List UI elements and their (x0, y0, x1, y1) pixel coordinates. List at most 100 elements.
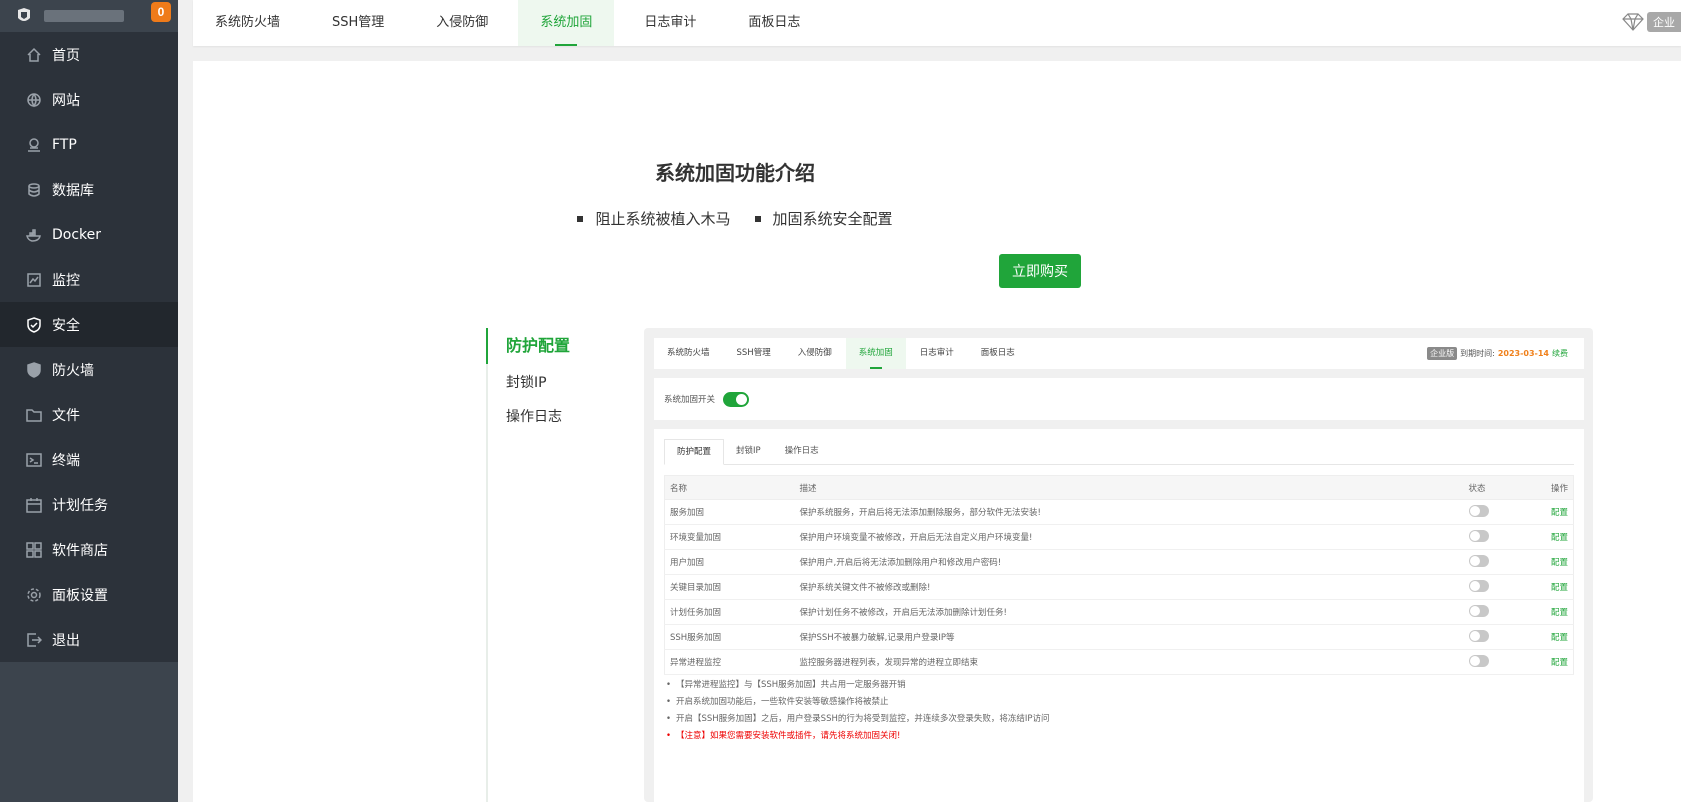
tab-log-audit[interactable]: 日志审计 (622, 0, 718, 46)
main-panel: 系统加固功能介绍 阻止系统被植入木马 加固系统安全配置 立即购买 防护配置 封锁… (193, 61, 1681, 802)
sidebar-item-cron[interactable]: 计划任务 (0, 482, 178, 527)
preview-tab-bar: 系统防火墙 SSH管理 入侵防御 系统加固 日志审计 面板日志 企业版 到期时间… (654, 338, 1584, 369)
row-config-link: 配置 (1533, 574, 1574, 600)
diamond-icon (1622, 13, 1644, 31)
sidebar-item-label: 计划任务 (52, 497, 108, 514)
table-row: 关键目录加固 保护系统关键文件不被修改或删除! 配置 (664, 574, 1574, 600)
preview-expiry: 企业版 到期时间: 2023-03-14 续费 (1427, 347, 1568, 360)
sidebar-item-label: 面板设置 (52, 587, 108, 604)
gear-icon (26, 587, 42, 603)
table-row: 计划任务加固 保护计划任务不被修改，开启后无法添加删除计划任务! 配置 (664, 599, 1574, 625)
enterprise-badge[interactable]: 企业 (1621, 12, 1681, 32)
tab-list: 系统防火墙 SSH管理 入侵防御 系统加固 日志审计 面板日志 (193, 0, 1681, 46)
ftp-icon (26, 137, 42, 153)
preview-enterprise-badge: 企业版 (1427, 347, 1458, 360)
sidebar-item-home[interactable]: 首页 (0, 32, 178, 77)
row-status-toggle (1468, 629, 1489, 642)
tab-ssh-management[interactable]: SSH管理 (310, 0, 406, 46)
subnav-protection-config[interactable]: 防护配置 (486, 328, 636, 364)
feature-item: 加固系统安全配置 (755, 208, 893, 229)
row-config-link: 配置 (1533, 599, 1574, 625)
sidebar-item-settings[interactable]: 面板设置 (0, 572, 178, 617)
logout-icon (26, 632, 42, 648)
row-name: SSH服务加固 (664, 624, 795, 650)
row-status-toggle (1468, 504, 1489, 517)
row-status-toggle (1468, 654, 1489, 667)
preview-switch-row: 系统加固开关 (654, 378, 1584, 420)
sidebar-item-ftp[interactable]: FTP (0, 122, 178, 167)
row-desc: 保护系统关键文件不被修改或删除! (794, 574, 1464, 600)
buy-now-button[interactable]: 立即购买 (999, 254, 1081, 288)
sidebar-item-monitor[interactable]: 监控 (0, 257, 178, 302)
row-desc: 监控服务器进程列表，发现异常的进程立即结束 (794, 649, 1464, 675)
sidebar-item-label: 网站 (52, 92, 80, 109)
subnav-operation-log[interactable]: 操作日志 (488, 400, 636, 434)
table-row: 异常进程监控 监控服务器进程列表，发现异常的进程立即结束 配置 (664, 649, 1574, 675)
tab-system-firewall[interactable]: 系统防火墙 (193, 0, 302, 46)
enterprise-label: 企业 (1647, 12, 1681, 32)
sidebar-item-label: 监控 (52, 272, 80, 289)
sidebar-item-terminal[interactable]: 终端 (0, 437, 178, 482)
preview-hardening-toggle (723, 391, 750, 407)
row-name: 服务加固 (664, 499, 795, 525)
sidebar-item-label: FTP (52, 136, 77, 153)
notification-badge[interactable]: 0 (151, 2, 171, 22)
feature-item: 阻止系统被植入木马 (577, 208, 730, 229)
row-desc: 保护系统服务，开启后将无法添加删除服务，部分软件无法安装! (794, 499, 1464, 525)
sidebar-item-docker[interactable]: Docker (0, 212, 178, 257)
preview-subtab: 封锁IP (736, 446, 761, 456)
preview-subtab: 操作日志 (784, 446, 819, 456)
table-row: 用户加固 保护用户,开启后将无法添加删除用户和修改用户密码! 配置 (664, 549, 1574, 575)
note-item: 【异常进程监控】与【SSH服务加固】共占用一定服务器开销 (664, 677, 1050, 694)
sidebar-item-database[interactable]: 数据库 (0, 167, 178, 212)
database-icon (26, 182, 42, 198)
row-desc: 保护SSH不被暴力破解,记录用户登录IP等 (794, 624, 1464, 650)
sidebar-item-label: 安全 (52, 317, 80, 334)
table-header-row: 名称 描述 状态 操作 (664, 475, 1574, 500)
sidebar-item-store[interactable]: 软件商店 (0, 527, 178, 572)
sidebar-menu: 首页 网站 FTP 数据库 Docker 监控 安全 防火墙 文件 终端 计划任… (0, 32, 178, 662)
preview-subtab: 防护配置 (664, 439, 725, 465)
preview-table: 名称 描述 状态 操作 服务加固 保护系统服务，开启后将无法添加删除服务，部分软件… (664, 475, 1574, 675)
tab-intrusion-prevention[interactable]: 入侵防御 (414, 0, 510, 46)
logo-icon (18, 8, 30, 21)
row-name: 异常进程监控 (664, 649, 795, 675)
globe-icon (26, 92, 42, 108)
row-config-link: 配置 (1533, 499, 1574, 525)
row-status-toggle (1468, 529, 1489, 542)
preview-tab: 面板日志 (980, 348, 1015, 358)
preview-expire-date: 2023-03-14 (1497, 349, 1549, 358)
sidebar-item-files[interactable]: 文件 (0, 392, 178, 437)
row-status-toggle (1468, 579, 1489, 592)
sidebar-item-label: 文件 (52, 407, 80, 424)
monitor-icon (26, 272, 42, 288)
row-name: 关键目录加固 (664, 574, 795, 600)
column-header: 描述 (794, 475, 1464, 500)
note-item: 开启【SSH服务加固】之后，用户登录SSH的行为将受到监控，并连续多次登录失败，… (664, 711, 1050, 728)
sidebar: 0 首页 网站 FTP 数据库 Docker 监控 安全 防火墙 文件 终端 计… (0, 0, 178, 802)
tab-panel-log[interactable]: 面板日志 (726, 0, 822, 46)
sidebar-item-firewall[interactable]: 防火墙 (0, 347, 178, 392)
sidebar-item-security[interactable]: 安全 (0, 302, 178, 347)
preview-notes: 【异常进程监控】与【SSH服务加固】共占用一定服务器开销 开启系统加固功能后，一… (664, 677, 1050, 745)
folder-icon (26, 407, 42, 423)
top-tab-bar: 系统防火墙 SSH管理 入侵防御 系统加固 日志审计 面板日志 企业 (193, 0, 1681, 46)
sidebar-item-label: 首页 (52, 47, 80, 64)
sidebar-item-label: 退出 (52, 632, 80, 649)
column-header: 名称 (664, 475, 795, 500)
subnav-block-ip[interactable]: 封锁IP (488, 366, 636, 400)
tab-system-hardening[interactable]: 系统加固 (518, 0, 615, 46)
terminal-icon (26, 452, 42, 468)
sidebar-item-logout[interactable]: 退出 (0, 617, 178, 662)
row-name: 环境变量加固 (664, 524, 795, 550)
row-config-link: 配置 (1533, 624, 1574, 650)
sidebar-item-label: 终端 (52, 452, 80, 469)
preview-tab: SSH管理 (736, 348, 771, 358)
column-header: 状态 (1463, 475, 1534, 500)
preview-body: 防护配置 封锁IP 操作日志 名称 描述 状态 操作 服务加固 保护系统服务，开启… (654, 429, 1584, 802)
preview-expire-label: 到期时间: (1460, 349, 1495, 358)
sidebar-header: 0 (0, 0, 178, 32)
apps-icon (26, 541, 42, 558)
sidebar-item-label: 数据库 (52, 182, 94, 199)
sidebar-item-website[interactable]: 网站 (0, 77, 178, 122)
